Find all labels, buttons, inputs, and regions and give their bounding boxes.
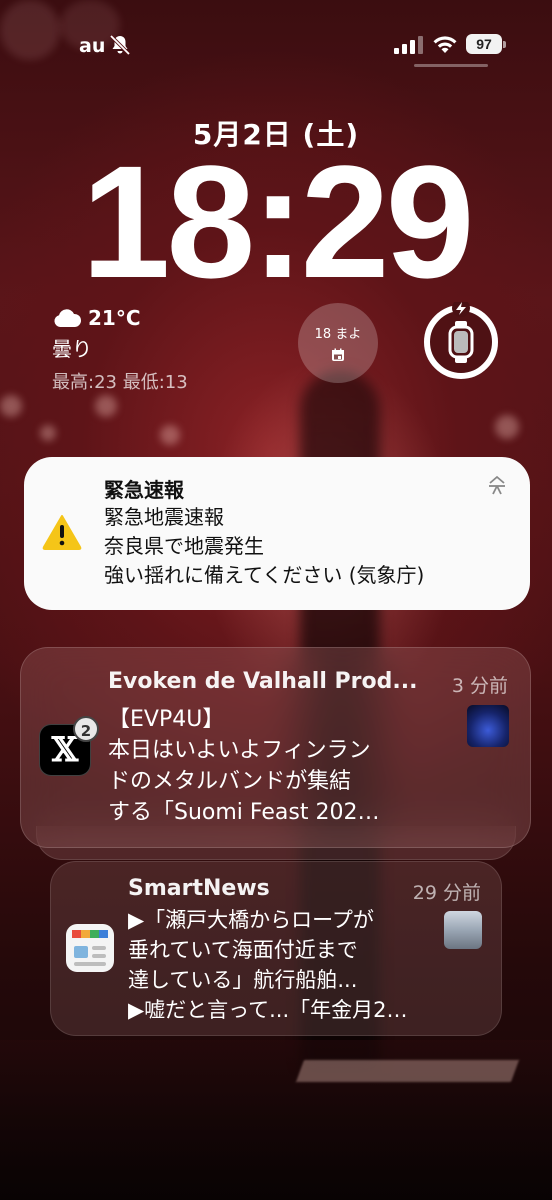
calendar-widget-text: 18 まよ: [314, 327, 362, 342]
background-bokeh: [495, 415, 519, 439]
notification-body-line: 垂れていて海面付近まで: [128, 938, 358, 962]
notification-body-line: ▶嘘だと言って...「年金月2…: [128, 998, 408, 1022]
weather-high-low: 最高:23 最低:13: [52, 372, 188, 393]
notification-body-line: 達している」航行船舶...: [128, 968, 358, 992]
notification-time: 29 分前: [412, 882, 481, 904]
calendar-icon: [332, 348, 344, 361]
background-bokeh: [95, 395, 117, 417]
cellular-signal-icon: [394, 36, 423, 54]
bell-slash-icon: [109, 34, 131, 56]
smartnews-app-icon: [66, 924, 114, 972]
carrier-label: au: [79, 35, 106, 57]
notification-body-line: 緊急地震速報: [104, 505, 224, 529]
calendar-widget[interactable]: 18 まよ: [298, 303, 378, 383]
notification-body-line: する「Suomi Feast 202…: [108, 800, 380, 825]
notification-thumbnail: [467, 705, 509, 747]
notification-title: Evoken de Valhall Prod...: [108, 669, 418, 694]
emergency-alert-notification[interactable]: 緊急速報 緊急地震速報 奈良県で地震発生 強い揺れに備えてください (気象庁): [24, 457, 530, 610]
weather-condition: 曇り: [52, 337, 92, 361]
notification-body-line: 強い揺れに備えてください (気象庁): [104, 563, 425, 587]
background-stage-plank: [295, 1060, 520, 1082]
notification-body-line: 奈良県で地震発生: [104, 534, 264, 558]
weather-temperature: 21°C: [88, 306, 141, 330]
wifi-icon: [433, 36, 457, 53]
lock-clock: 18:29: [81, 132, 474, 311]
background-bokeh: [40, 425, 56, 441]
notification-body: 【EVP4U】 本日はいよいよフィンラン ドのメタルバンドが集結 する「Suom…: [108, 704, 379, 828]
notification-body-line: 本日はいよいよフィンラン: [108, 738, 371, 763]
weather-widget[interactable]: 21°C 曇り 最高:23 最低:13: [52, 305, 252, 394]
x-notification[interactable]: 𝕏 2 Evoken de Valhall Prod... 3 分前 【EVP4…: [20, 647, 531, 848]
notification-body-line: ▶「瀬戸大橋からロープが: [128, 908, 374, 932]
notification-body-line: ドのメタルバンドが集結: [108, 769, 352, 794]
notification-count-badge: 2: [73, 716, 99, 742]
broadcast-icon: [489, 475, 505, 495]
background-bokeh: [160, 425, 180, 445]
notification-time: 3 分前: [451, 675, 508, 697]
battery-icon: 97: [466, 34, 506, 54]
control-center-hint[interactable]: [414, 64, 488, 67]
warning-icon: [42, 515, 82, 550]
cloud-icon: [54, 309, 82, 327]
notification-body-line: 【EVP4U】: [108, 707, 225, 732]
status-bar: au 97: [0, 0, 552, 92]
notification-body: 緊急地震速報 奈良県で地震発生 強い揺れに備えてください (気象庁): [104, 503, 424, 590]
notification-title: SmartNews: [128, 876, 270, 901]
notification-thumbnail: [444, 911, 482, 949]
apple-watch-charging-icon[interactable]: [421, 302, 501, 382]
smartnews-notification[interactable]: SmartNews 29 分前 ▶「瀬戸大橋からロープが 垂れていて海面付近まで…: [50, 861, 502, 1036]
notification-body: ▶「瀬戸大橋からロープが 垂れていて海面付近まで 達している」航行船舶... ▶…: [128, 905, 408, 1025]
background-bokeh: [0, 395, 22, 417]
notification-title: 緊急速報: [104, 478, 184, 502]
